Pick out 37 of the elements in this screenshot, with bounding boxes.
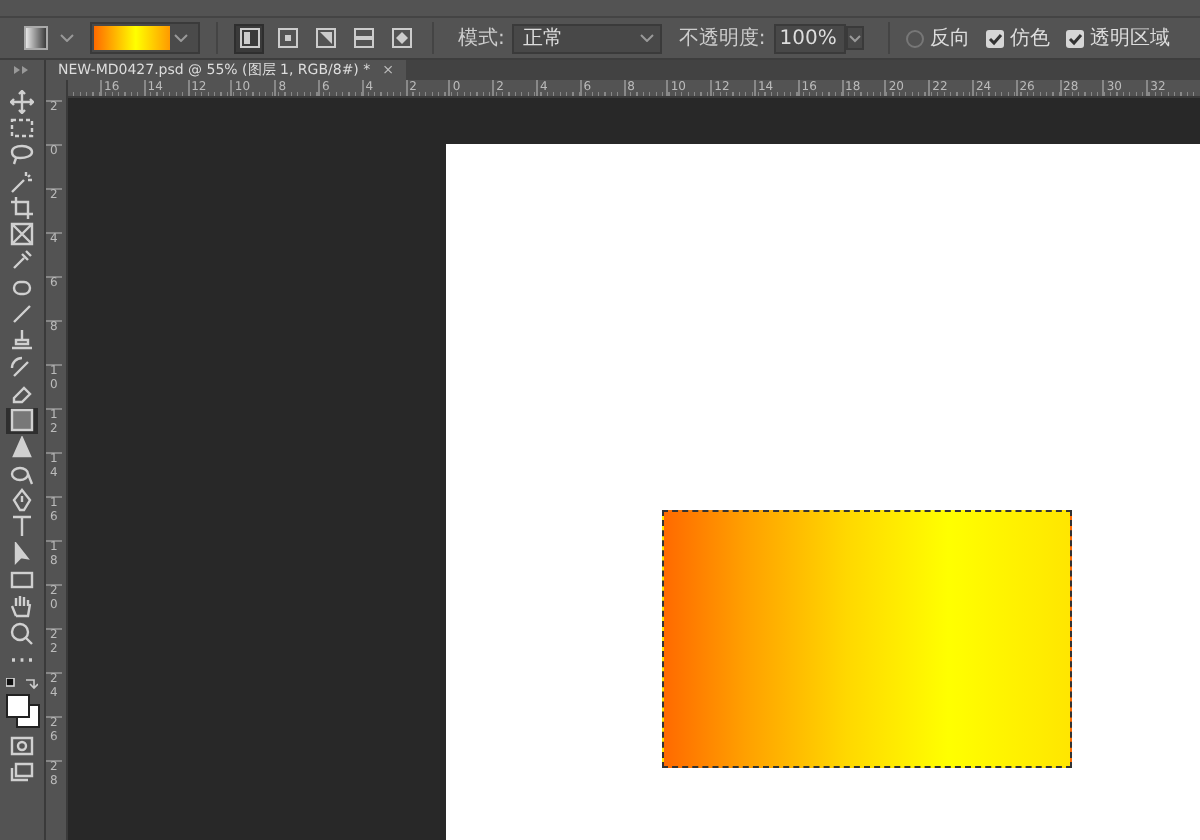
mode-dropdown[interactable]: 正常	[512, 23, 663, 53]
gradient-tool-icon[interactable]	[24, 26, 48, 50]
radial-gradient-button[interactable]	[272, 23, 302, 53]
opacity-field[interactable]: 100%	[773, 23, 846, 53]
gradient-picker[interactable]	[90, 22, 200, 54]
opacity-label: 不透明度:	[678, 25, 766, 52]
checkbox-label[interactable]: 反向	[929, 24, 970, 52]
frame-icon[interactable]	[6, 220, 38, 248]
mode-label: 模式:	[458, 25, 505, 52]
gradient-selection[interactable]	[662, 510, 1072, 768]
zoom-icon[interactable]	[6, 619, 38, 647]
lasso-icon[interactable]	[6, 141, 38, 168]
checkbox[interactable]	[985, 29, 1004, 47]
collapse-icon[interactable]	[14, 66, 30, 74]
linear-gradient-button[interactable]	[234, 23, 264, 53]
diamond-gradient-button[interactable]	[386, 23, 416, 53]
caret-icon[interactable]	[60, 34, 74, 42]
checkbox-label[interactable]: 透明区域	[1089, 24, 1170, 52]
checkbox[interactable]	[1065, 29, 1084, 47]
checkbox[interactable]	[905, 29, 924, 47]
crop-icon[interactable]	[6, 194, 38, 221]
gradient-icon[interactable]	[6, 407, 38, 434]
rectangle-icon[interactable]	[6, 566, 38, 594]
caret-icon	[174, 34, 188, 42]
checkbox-label[interactable]: 仿色	[1009, 24, 1050, 52]
magic-wand-icon[interactable]	[6, 167, 38, 195]
angle-gradient-button[interactable]	[310, 23, 340, 53]
default-colors-icon[interactable]	[6, 677, 38, 690]
stamp-icon[interactable]	[6, 327, 38, 354]
screen-mode-icon[interactable]	[6, 759, 38, 787]
move-icon[interactable]	[6, 88, 38, 115]
caret-icon	[640, 34, 655, 42]
reflected-gradient-button[interactable]	[348, 23, 378, 53]
marquee-icon[interactable]	[6, 114, 38, 142]
caret-icon[interactable]	[845, 26, 864, 50]
mask-icon[interactable]	[6, 733, 38, 760]
color-swatches[interactable]	[5, 693, 39, 728]
